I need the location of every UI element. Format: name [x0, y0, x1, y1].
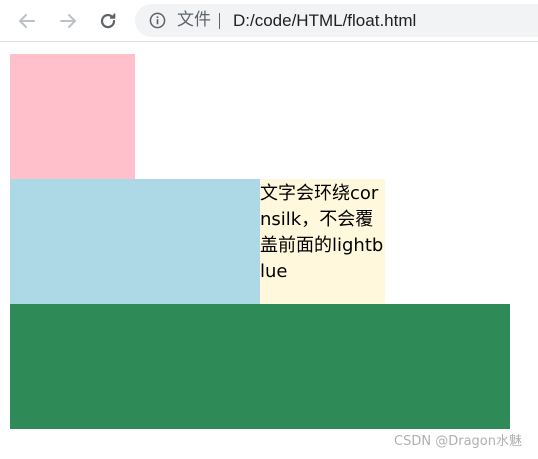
pink-box	[10, 54, 135, 179]
browser-toolbar: 文件 D:/code/HTML/float.html	[0, 0, 538, 42]
scheme-label: 文件	[177, 10, 211, 30]
seagreen-box	[10, 304, 510, 429]
watermark: CSDN @Dragon水魅	[394, 434, 522, 449]
reload-button[interactable]	[95, 8, 121, 34]
page-viewport: 文字会环绕cornsilk，不会覆盖前面的lightblue CSDN @Dra…	[0, 43, 538, 459]
float-text: 文字会环绕cornsilk，不会覆盖前面的lightblue	[260, 183, 384, 282]
forward-button[interactable]	[55, 8, 81, 34]
lightblue-box	[10, 179, 260, 304]
arrow-left-icon	[19, 14, 35, 28]
url-text[interactable]: D:/code/HTML/float.html	[233, 11, 416, 30]
info-circle-icon[interactable]	[149, 12, 166, 29]
address-bar[interactable]: 文件 D:/code/HTML/float.html	[135, 4, 538, 37]
arrow-right-icon	[60, 14, 76, 28]
back-button[interactable]	[14, 8, 40, 34]
cornsilk-box: 文字会环绕cornsilk，不会覆盖前面的lightblue	[260, 179, 385, 304]
address-separator	[219, 13, 220, 29]
reload-icon	[100, 13, 116, 29]
